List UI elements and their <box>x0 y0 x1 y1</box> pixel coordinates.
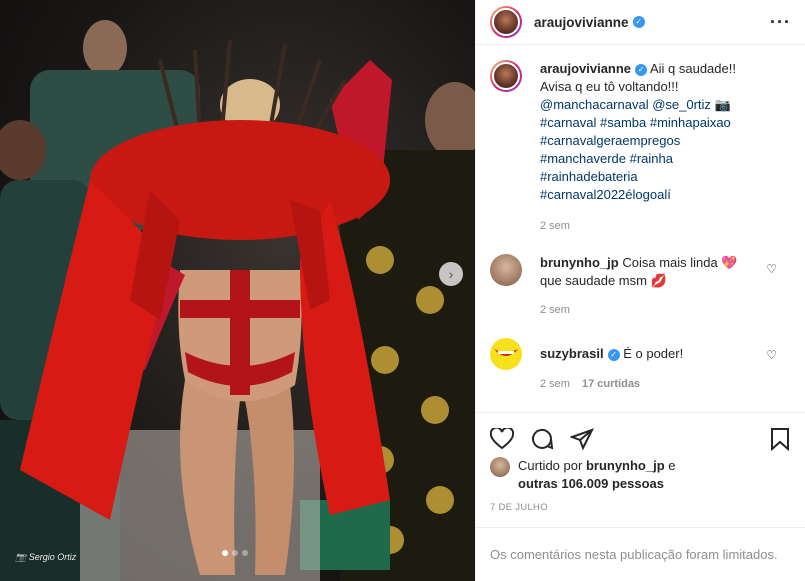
comment-icon[interactable] <box>530 427 554 451</box>
commenter-avatar[interactable] <box>490 338 522 370</box>
carousel-dot-active <box>222 550 228 556</box>
caption-username[interactable]: araujovivianne <box>540 61 631 76</box>
comment-meta: 2 sem <box>540 304 791 316</box>
comment-likes[interactable]: 17 curtidas <box>582 378 640 390</box>
carousel-dot <box>232 550 238 556</box>
liker-username[interactable]: brunynho_jp <box>586 458 665 473</box>
comment-time[interactable]: 2 sem <box>540 378 570 390</box>
post-side-panel: araujovivianne ✓ ··· araujovivianne ✓ Aii… <box>475 0 805 581</box>
caption-text: araujovivianne ✓ Aii q saudade!! Avisa q … <box>540 60 760 204</box>
hashtag-link[interactable]: #carnaval #samba #minhapaixao <box>540 115 731 130</box>
hashtag-link[interactable]: #carnaval2022élogoalí <box>540 187 671 202</box>
commenter-avatar[interactable] <box>490 254 522 286</box>
hashtag-link[interactable]: #rainhadebateria <box>540 169 638 184</box>
caption-avatar[interactable] <box>490 60 522 92</box>
comment-username[interactable]: brunynho_jp <box>540 255 619 270</box>
comments-limited-notice: Os comentários nesta publicação foram li… <box>476 527 805 581</box>
likes-conj: e <box>668 458 676 473</box>
photo-credit: 📷 Sergio Ortiz <box>15 552 77 562</box>
share-icon[interactable] <box>570 427 594 451</box>
verified-badge-icon: ✓ <box>635 63 648 76</box>
more-options-icon[interactable]: ··· <box>770 12 791 33</box>
like-comment-icon[interactable]: ♡ <box>766 348 777 362</box>
comment-username[interactable]: suzybrasil <box>540 346 604 361</box>
kiss-emoji: 💋 <box>650 273 667 288</box>
carnival-dancer-illustration <box>0 20 475 581</box>
comment-body: Coisa mais linda <box>622 255 718 270</box>
post-date[interactable]: 7 DE JULHO <box>490 502 548 513</box>
post-photo[interactable]: › 📷 Sergio Ortiz <box>0 0 475 581</box>
heart-emoji: 💖 <box>721 255 738 270</box>
comments-limited-text: Os comentários nesta publicação foram li… <box>490 547 778 562</box>
likes-text: Curtido por brunynho_jp e outras 106.009… <box>518 457 676 493</box>
camera-emoji: 📷 <box>714 97 731 112</box>
save-bookmark-icon[interactable] <box>769 427 791 451</box>
smile-logo-icon <box>494 349 518 356</box>
instagram-post-viewer: › 📷 Sergio Ortiz araujovivianne ✓ ··· ar… <box>0 0 805 581</box>
comment-body: É o poder! <box>623 346 684 361</box>
comment-row: brunynho_jp Coisa mais linda 💖 que sauda… <box>490 254 791 290</box>
comment-text: suzybrasil ✓ É o poder! <box>540 345 760 363</box>
verified-badge-icon: ✓ <box>632 16 645 28</box>
like-heart-icon[interactable] <box>490 427 514 450</box>
post-header: araujovivianne ✓ ··· <box>476 0 805 45</box>
comments-list: araujovivianne ✓ Aii q saudade!! Avisa q … <box>476 46 805 411</box>
likes-prefix: Curtido por <box>518 458 583 473</box>
likes-summary: Curtido por brunynho_jp e outras 106.009… <box>490 457 791 493</box>
comment-time[interactable]: 2 sem <box>540 304 570 316</box>
likes-count[interactable]: outras 106.009 pessoas <box>518 476 664 491</box>
caption-row: araujovivianne ✓ Aii q saudade!! Avisa q … <box>490 60 791 204</box>
verified-badge-icon: ✓ <box>607 348 620 361</box>
author-username[interactable]: araujovivianne <box>534 15 629 30</box>
caption-time[interactable]: 2 sem <box>540 220 791 232</box>
mention-link[interactable]: @manchacarnaval <box>540 97 649 112</box>
comment-text: brunynho_jp Coisa mais linda 💖 que sauda… <box>540 254 760 290</box>
mention-link[interactable]: @se_0rtiz <box>652 97 711 112</box>
hashtag-link[interactable]: #manchaverde #rainha <box>540 151 673 166</box>
comment-body: que saudade msm <box>540 273 647 288</box>
like-comment-icon[interactable]: ♡ <box>766 262 777 276</box>
photo-credit-text: Sergio Ortiz <box>28 552 77 562</box>
carousel-dot <box>242 550 248 556</box>
comment-meta: 2 sem 17 curtidas <box>540 378 791 390</box>
action-bar <box>476 412 805 458</box>
liker-avatar[interactable] <box>490 457 510 477</box>
carousel-next-button[interactable]: › <box>439 262 463 286</box>
author-avatar[interactable] <box>490 6 522 38</box>
hashtag-link[interactable]: #carnavalgeraempregos <box>540 133 680 148</box>
comment-row: suzybrasil ✓ É o poder! ♡ <box>490 338 791 370</box>
